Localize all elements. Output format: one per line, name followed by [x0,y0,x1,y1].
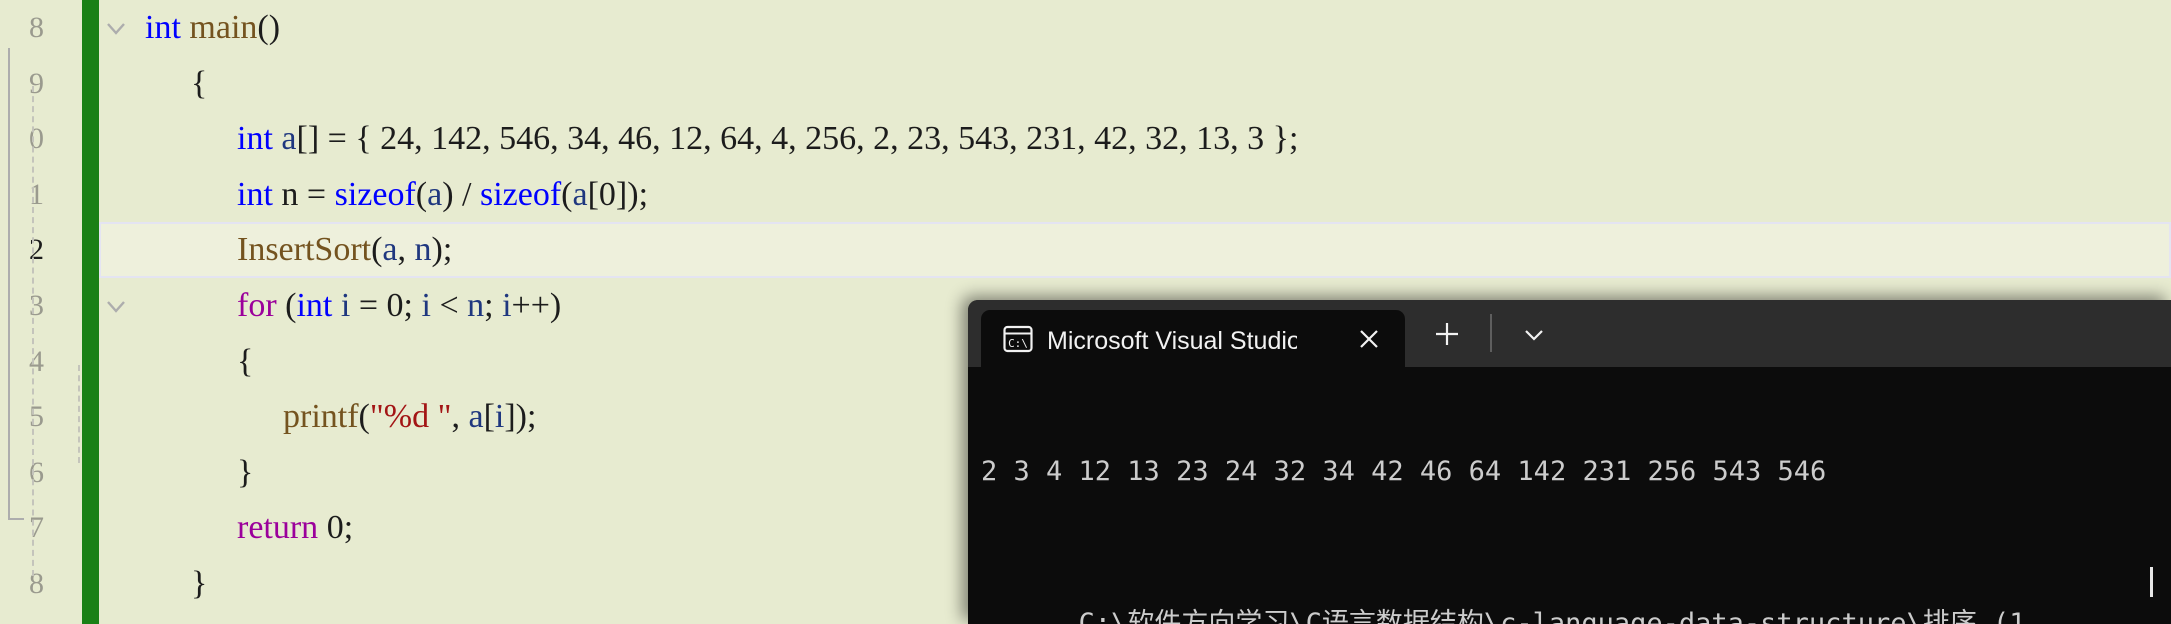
code-line-text: int n = sizeof(a) / sizeof(a[0]); [99,167,648,223]
code-token: n [467,286,485,324]
code-token: [ [483,398,495,436]
code-token: 0 [326,509,344,547]
code-token: for [237,286,277,324]
code-token: sizeof [479,175,562,213]
code-token: ( [561,175,573,213]
terminal-output-line: 2 3 4 12 13 23 24 32 34 42 46 64 142 231… [981,456,1827,487]
code-token: ]); [615,175,649,213]
titlebar-divider [1490,314,1492,352]
code-token: a [572,175,588,213]
code-token: , [397,231,415,269]
code-token: ; [484,286,503,324]
code-token: InsertSort [237,231,372,269]
code-line[interactable]: int n = sizeof(a) / sizeof(a[0]); [99,167,2171,223]
code-token: ; [343,509,354,547]
code-token: ) / [442,175,480,213]
code-line-text: return 0; [99,500,353,556]
terminal-titlebar[interactable]: C:\ Microsoft Visual Studio 调试挖 [968,300,2171,367]
code-line[interactable]: { [99,56,2171,112]
code-token: ( [415,175,428,213]
code-token: "%d " [369,398,452,436]
debug-console-window[interactable]: C:\ Microsoft Visual Studio 调试挖 [968,300,2171,624]
outline-guide-tick [8,518,24,520]
code-token: n = [272,175,335,213]
code-token: int [237,175,273,213]
console-cmd-icon: C:\ [1003,324,1033,354]
code-token: } [191,564,208,602]
code-token: ]); [504,398,537,436]
code-token: a [468,398,484,436]
terminal-tab[interactable]: C:\ Microsoft Visual Studio 调试挖 [981,310,1405,367]
code-token: ( [358,398,370,436]
change-indicator-bar [82,0,99,624]
code-token: () [257,9,281,46]
fold-chevron-down-icon[interactable] [103,15,129,41]
code-line[interactable]: int a[] = { 24, 142, 546, 34, 46, 12, 64… [99,111,2171,167]
code-line[interactable]: InsertSort(a, n); [99,222,2171,278]
code-token: i [421,286,431,324]
code-token: main [189,9,258,46]
close-icon[interactable] [1357,327,1381,351]
code-token: ); [431,231,453,269]
outline-guide-inner [8,345,10,520]
code-token: sizeof [334,175,416,213]
terminal-output-line: C:\软件方向学习\C语言数据结构\c-language-data-struct… [981,567,2171,624]
code-token: { [237,342,254,380]
code-token: int [145,9,181,46]
code-token: printf [283,398,359,436]
indent-guide-1 [32,86,34,576]
code-token: 24, 142, 546, 34, 46, 12, 64, 4, 256, 2,… [380,120,1265,158]
code-token: 0 [598,175,616,213]
code-line-text: for (int i = 0; i < n; i++) [99,278,561,334]
terminal-edge-caret [2150,567,2153,597]
indent-guide-2 [78,365,80,463]
code-token: n [414,231,432,269]
terminal-path-text: C:\软件方向学习\C语言数据结构\c-language-data-struct… [1078,608,2026,624]
code-token: }; [1264,120,1299,158]
code-line-text: } [99,445,253,501]
code-token: i [340,286,351,324]
svg-text:C:\: C:\ [1008,337,1028,350]
code-token: a [427,175,443,213]
terminal-output[interactable]: 2 3 4 12 13 23 24 32 34 42 46 64 142 231… [968,367,2171,624]
code-token: } [237,453,254,491]
code-line-text: } [99,556,207,612]
code-token: ; [403,286,422,324]
code-token: ( [276,286,297,324]
fold-chevron-down-icon[interactable] [103,293,129,319]
code-line-text: { [99,56,207,112]
code-token: i [494,398,505,436]
code-token: , [451,398,469,436]
code-line-text: printf("%d ", a[i]); [99,389,536,445]
code-token: a [281,120,297,158]
code-token: [ [587,175,599,213]
new-tab-plus-icon[interactable] [1434,321,1460,347]
code-token: i [502,286,512,324]
code-token: ( [371,231,383,269]
chevron-down-icon[interactable] [1521,321,1547,347]
code-token: [] = { [296,120,381,158]
code-token: int [296,286,333,324]
terminal-tab-title: Microsoft Visual Studio 调试挖 [1047,326,1297,355]
code-token: { [191,64,208,102]
code-line[interactable]: int main() [99,0,2171,56]
code-token: int [237,120,273,158]
code-token: return [237,509,319,547]
code-token: ++) [511,286,562,324]
code-token: < [430,286,468,324]
code-token: 0 [386,286,404,324]
code-line-text: int a[] = { 24, 142, 546, 34, 46, 12, 64… [99,111,1298,167]
code-line-text: { [99,334,253,390]
code-token: a [382,231,398,269]
code-line-text: InsertSort(a, n); [99,222,452,278]
code-token: = [350,286,387,324]
line-number: 8 [29,566,44,600]
